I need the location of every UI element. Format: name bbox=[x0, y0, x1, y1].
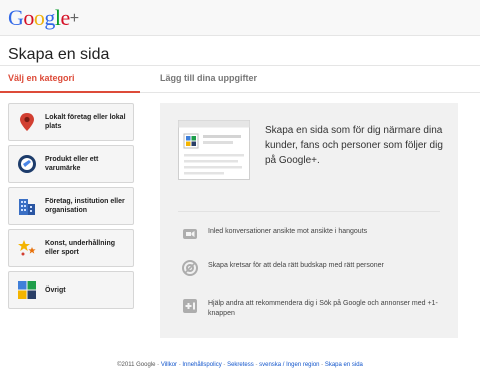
google-plus-logo[interactable]: Google+ bbox=[8, 6, 79, 30]
footer-link-create-page[interactable]: Skapa en sida bbox=[325, 362, 363, 368]
category-arts-entertainment[interactable]: Konst, underhållning eller sport bbox=[8, 229, 134, 267]
footer-link-language-region[interactable]: svenska / Ingen region bbox=[259, 362, 319, 368]
logo-plus: + bbox=[69, 10, 79, 27]
logo-letter-e: e bbox=[60, 5, 71, 30]
page-preview-illustration bbox=[178, 120, 250, 180]
category-label: Produkt eller ett varumärke bbox=[45, 156, 99, 172]
footer-link-content-policy[interactable]: Innehållspolicy bbox=[182, 362, 221, 368]
feature-item: Hjälp andra att rekommendera dig i Sök p… bbox=[182, 298, 452, 326]
info-panel: Skapa en sida som för dig närmare dina k… bbox=[160, 103, 458, 338]
category-local-business[interactable]: Lokalt företag eller lokal plats bbox=[8, 103, 134, 141]
category-company-institution[interactable]: Företag, institution eller organisation bbox=[8, 187, 134, 225]
top-bar: Google+ bbox=[0, 0, 480, 36]
other-squares-icon bbox=[17, 280, 37, 300]
step-choose-category: Välj en kategori bbox=[8, 73, 75, 83]
step-bar: Välj en kategori Lägg till dina uppgifte… bbox=[0, 73, 480, 89]
product-tag-icon bbox=[17, 154, 37, 174]
stars-icon bbox=[17, 238, 37, 258]
category-label: Konst, underhållning eller sport bbox=[45, 240, 115, 256]
footer: ©2011 Google - Villkor - Innehållspolicy… bbox=[0, 362, 480, 368]
panel-divider bbox=[178, 211, 440, 212]
feature-text: Hjälp andra att rekommendera dig i Sök p… bbox=[208, 300, 438, 317]
building-icon bbox=[17, 196, 37, 216]
footer-link-privacy[interactable]: Sekretess bbox=[227, 362, 254, 368]
active-step-underline bbox=[0, 91, 140, 93]
footer-link-terms[interactable]: Villkor bbox=[161, 362, 177, 368]
page-title: Skapa en sida bbox=[8, 46, 110, 63]
logo-letter-g: G bbox=[8, 5, 24, 30]
category-label: Övrigt bbox=[45, 286, 66, 294]
category-product-brand[interactable]: Produkt eller ett varumärke bbox=[8, 145, 134, 183]
logo-letter-g2: g bbox=[44, 5, 55, 30]
feature-item: Skapa kretsar för att dela rätt budskap … bbox=[182, 260, 452, 288]
panel-intro-text: Skapa en sida som för dig närmare dina k… bbox=[265, 125, 443, 166]
step-divider bbox=[140, 92, 480, 93]
category-other[interactable]: Övrigt bbox=[8, 271, 134, 309]
plus-one-icon bbox=[182, 298, 198, 314]
circles-icon bbox=[182, 260, 198, 276]
feature-item: Inled konversationer ansikte mot ansikte… bbox=[182, 226, 452, 254]
category-label: Företag, institution eller organisation bbox=[45, 198, 125, 214]
map-pin-icon bbox=[17, 112, 37, 132]
logo-letter-o2: o bbox=[33, 5, 45, 30]
divider bbox=[0, 65, 480, 66]
feature-text: Inled konversationer ansikte mot ansikte… bbox=[208, 228, 368, 235]
feature-text: Skapa kretsar för att dela rätt budskap … bbox=[208, 262, 384, 269]
step-add-details: Lägg till dina uppgifter bbox=[160, 73, 257, 83]
category-label: Lokalt företag eller lokal plats bbox=[45, 114, 126, 130]
hangouts-icon bbox=[182, 226, 198, 242]
copyright: ©2011 Google bbox=[117, 362, 156, 368]
logo-letter-o1: o bbox=[23, 5, 34, 30]
